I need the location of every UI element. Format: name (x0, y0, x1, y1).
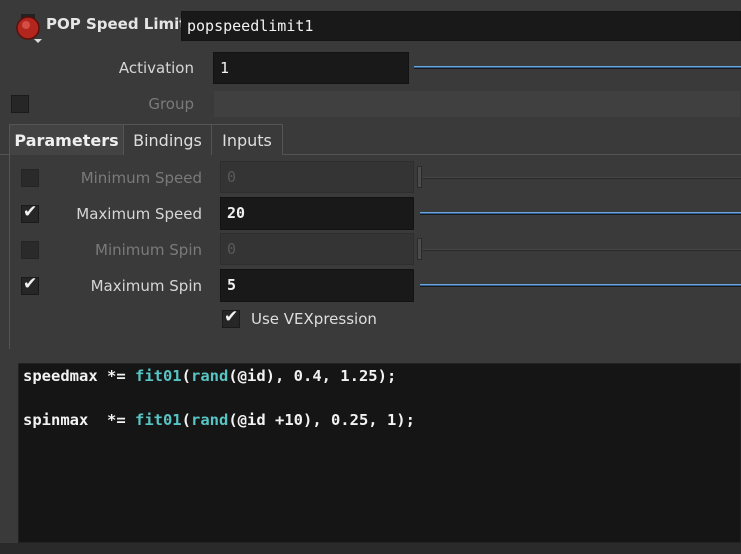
code-function: rand (191, 367, 229, 385)
code-args: (@id), 0.4, 1.25); (228, 367, 397, 385)
code-function: fit01 (134, 411, 182, 429)
code-line-2: spinmax *= fit01(rand(@id +10), 0.25, 1)… (23, 411, 415, 429)
max-spin-checkbox[interactable]: ✔ (21, 274, 39, 295)
code-var: speedmax *= (23, 367, 135, 385)
min-spin-field[interactable]: 0 (220, 233, 414, 265)
code-function: fit01 (134, 367, 182, 385)
max-speed-checkbox[interactable]: ✔ (21, 202, 39, 223)
code-line-1: speedmax *= fit01(rand(@id), 0.4, 1.25); (23, 367, 396, 385)
max-speed-slider[interactable] (420, 212, 741, 215)
code-paren: ( (181, 411, 191, 429)
max-spin-field[interactable]: 5 (220, 269, 414, 302)
min-spin-label: Minimum Spin (95, 241, 202, 259)
vexpression-editor[interactable]: speedmax *= fit01(rand(@id), 0.4, 1.25);… (18, 363, 741, 543)
checkmark-icon: ✔ (23, 202, 38, 222)
use-vexpression-checkbox[interactable]: ✔ (222, 307, 240, 328)
activation-field[interactable]: 1 (213, 52, 409, 84)
max-spin-label: Maximum Spin (90, 277, 202, 295)
checkmark-icon: ✔ (23, 274, 38, 294)
min-spin-checkbox[interactable] (21, 241, 39, 259)
min-speed-label: Minimum Speed (80, 169, 202, 187)
group-field[interactable] (213, 90, 741, 118)
node-header: POP Speed Limit popspeedlimit1 (0, 0, 741, 50)
min-spin-slider[interactable] (423, 249, 741, 251)
code-function: rand (191, 411, 229, 429)
node-name-field[interactable]: popspeedlimit1 (181, 11, 741, 41)
max-speed-label: Maximum Speed (76, 205, 202, 223)
stop-sign-icon[interactable] (12, 12, 44, 44)
bottom-bar (0, 543, 741, 554)
node-type-label: POP Speed Limit (46, 15, 187, 33)
group-toggle-checkbox[interactable] (11, 95, 29, 113)
code-args: (@id +10), 0.25, 1); (228, 411, 415, 429)
min-speed-checkbox[interactable] (21, 169, 39, 187)
tab-parameters[interactable]: Parameters (9, 124, 124, 155)
panel-border (9, 155, 10, 349)
code-var: spinmax *= (23, 411, 135, 429)
tab-inputs[interactable]: Inputs (211, 124, 283, 155)
activation-slider[interactable] (414, 66, 741, 69)
checkmark-icon: ✔ (224, 307, 239, 327)
min-speed-slider[interactable] (423, 177, 741, 179)
min-spin-slider-handle[interactable] (417, 238, 422, 260)
tab-bindings[interactable]: Bindings (123, 124, 212, 155)
activation-label: Activation (118, 59, 194, 77)
group-label: Group (148, 95, 194, 113)
min-speed-field[interactable]: 0 (220, 161, 414, 193)
code-paren: ( (181, 367, 191, 385)
use-vexpression-label: Use VEXpression (251, 310, 377, 328)
max-spin-slider[interactable] (420, 284, 741, 287)
min-speed-slider-handle[interactable] (417, 166, 422, 188)
max-speed-field[interactable]: 20 (220, 197, 414, 230)
